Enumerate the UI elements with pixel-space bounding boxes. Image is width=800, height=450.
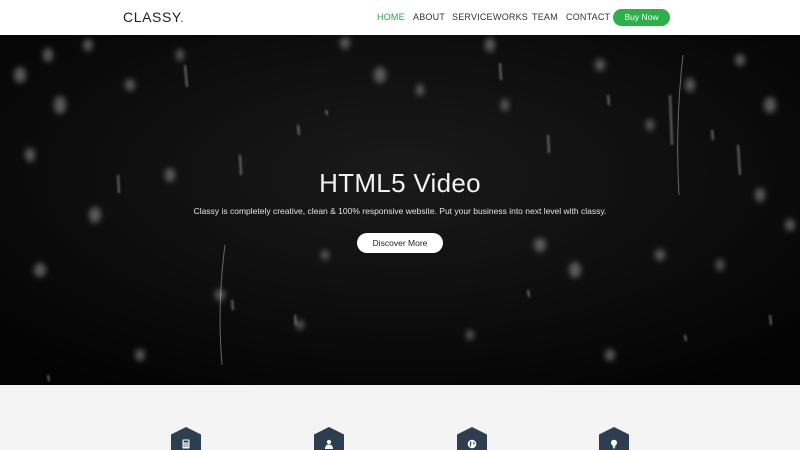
site-header: CLASSY. HOME ABOUT SERVICE WORKS TEAM CO… (0, 0, 800, 35)
logo-dot: . (180, 9, 185, 25)
hero-subtitle: Classy is completely creative, clean & 1… (193, 206, 607, 216)
nav-works[interactable]: WORKS (493, 12, 528, 22)
services-section (0, 385, 800, 450)
buy-now-button[interactable]: Buy Now (613, 9, 670, 26)
service-hex-1 (171, 427, 201, 450)
lightbulb-icon (611, 439, 617, 449)
nav-about[interactable]: ABOUT (413, 12, 445, 22)
logo[interactable]: CLASSY. (123, 9, 185, 25)
nav-home[interactable]: HOME (377, 12, 405, 22)
nav-team[interactable]: TEAM (532, 12, 558, 22)
user-icon (325, 439, 333, 449)
nav-contact[interactable]: CONTACT (566, 12, 610, 22)
globe-icon (467, 439, 477, 449)
hero-title: HTML5 Video (319, 168, 481, 198)
service-hex-3 (457, 427, 487, 450)
discover-more-button[interactable]: Discover More (357, 233, 443, 253)
service-hex-4 (599, 427, 629, 450)
logo-text: CLASSY (123, 9, 181, 25)
service-hex-2 (314, 427, 344, 450)
calculator-icon (182, 439, 190, 449)
nav-service[interactable]: SERVICE (452, 12, 493, 22)
hero-section: HTML5 Video Classy is completely creativ… (0, 35, 800, 385)
